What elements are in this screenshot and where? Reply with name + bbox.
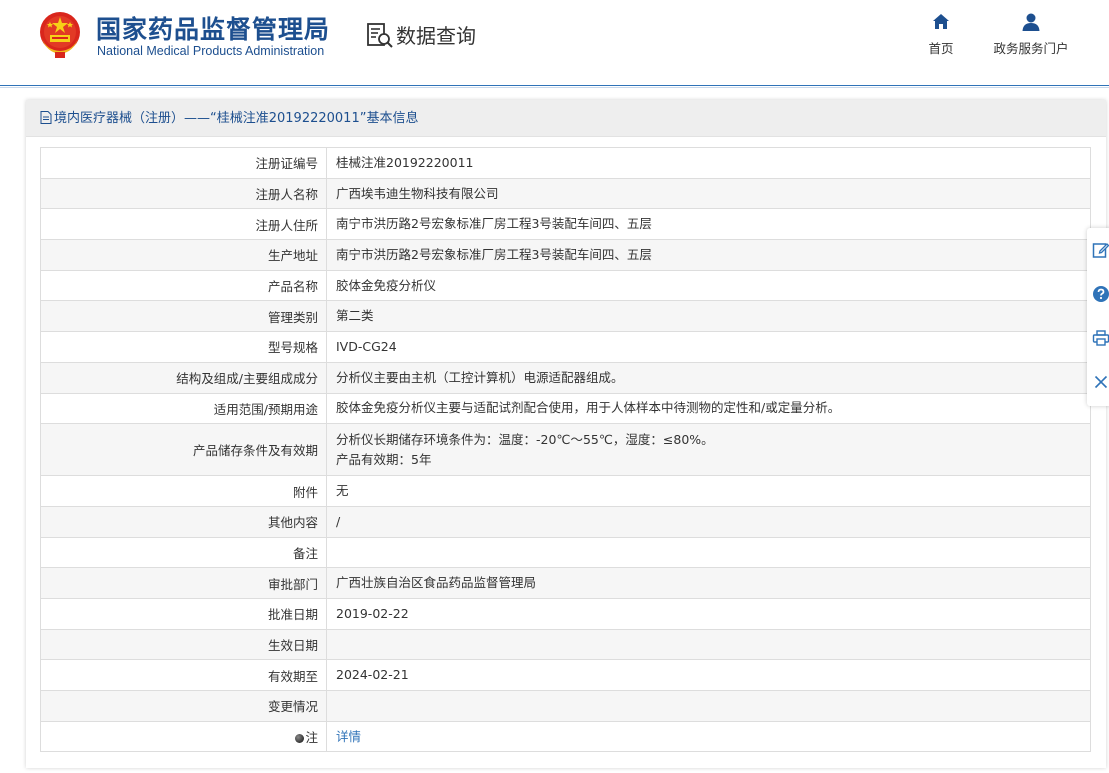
close-icon[interactable] <box>1092 373 1109 391</box>
table-row: 产品名称 胶体金免疫分析仪 <box>40 269 1091 302</box>
row-value: 广西埃韦迪生物科技有限公司 <box>326 177 1091 210</box>
table-row: 管理类别 第二类 <box>40 300 1091 333</box>
help-icon[interactable] <box>1092 285 1109 303</box>
user-icon <box>1022 13 1040 31</box>
national-emblem-logo <box>40 12 80 58</box>
row-label: 批准日期 <box>40 597 327 630</box>
floating-toolbar <box>1087 228 1109 406</box>
edit-icon[interactable] <box>1092 241 1109 259</box>
org-name-en: National Medical Products Administration <box>97 44 325 58</box>
row-label: 备注 <box>40 536 327 569</box>
table-row: 其他内容 / <box>40 505 1091 538</box>
row-value: 广西壮族自治区食品药品监督管理局 <box>326 567 1091 599</box>
row-value: 胶体金免疫分析仪主要与适配试剂配合使用，用于人体样本中待测物的定性和/或定量分析… <box>326 392 1091 425</box>
site-header: 国家药品监督管理局 National Medical Products Admi… <box>0 0 1109 88</box>
row-label: 附件 <box>40 475 327 507</box>
row-value: 2024-02-21 <box>326 659 1091 691</box>
row-label: 生效日期 <box>40 628 327 661</box>
table-row: 型号规格 IVD-CG24 <box>40 331 1091 363</box>
table-row: 审批部门 广西壮族自治区食品药品监督管理局 <box>40 567 1091 599</box>
table-row: 备注 <box>40 536 1091 569</box>
row-label: 有效期至 <box>40 659 327 691</box>
document-icon <box>40 111 52 124</box>
row-value: 无 <box>326 475 1091 507</box>
row-value: 第二类 <box>326 300 1091 333</box>
print-icon[interactable] <box>1092 329 1109 347</box>
table-row: 生效日期 <box>40 628 1091 661</box>
row-label: 结构及组成/主要组成成分 <box>40 361 327 394</box>
row-value: IVD-CG24 <box>326 331 1091 363</box>
row-value <box>326 536 1091 569</box>
nav-portal-label: 政务服务门户 <box>993 41 1069 56</box>
table-row: 注册人名称 广西埃韦迪生物科技有限公司 <box>40 177 1091 210</box>
row-label: 管理类别 <box>40 300 327 333</box>
row-label: 适用范围/预期用途 <box>40 392 327 425</box>
row-label: 生产地址 <box>40 239 327 271</box>
row-label: 产品储存条件及有效期 <box>40 423 327 477</box>
device-info-table: 注册证编号 桂械注准20192220011 注册人名称 广西埃韦迪生物科技有限公… <box>40 147 1091 753</box>
note-dot-icon <box>295 734 305 744</box>
table-row: 结构及组成/主要组成成分 分析仪主要由主机（工控计算机）电源适配器组成。 <box>40 361 1091 394</box>
row-value: 分析仪主要由主机（工控计算机）电源适配器组成。 <box>326 361 1091 394</box>
row-value <box>326 690 1091 722</box>
row-label: 注册人住所 <box>40 208 327 241</box>
row-value: 南宁市洪历路2号宏象标准厂房工程3号装配车间四、五层 <box>326 208 1091 241</box>
row-value <box>326 628 1091 661</box>
table-row: 产品储存条件及有效期 分析仪长期储存环境条件为：温度：-20℃～55℃，湿度：≤… <box>40 423 1091 477</box>
table-row: 适用范围/预期用途 胶体金免疫分析仪主要与适配试剂配合使用，用于人体样本中待测物… <box>40 392 1091 425</box>
table-row: 附件 无 <box>40 475 1091 507</box>
row-value: 分析仪长期储存环境条件为：温度：-20℃～55℃，湿度：≤80%。 产品有效期：… <box>326 423 1091 477</box>
nav-home-link[interactable]: 首页 <box>920 12 962 57</box>
section-title: 数据查询 <box>396 24 476 48</box>
row-label: 注册证编号 <box>40 147 327 179</box>
row-label: 产品名称 <box>40 269 327 302</box>
org-name-cn: 国家药品监督管理局 <box>96 15 331 44</box>
home-icon <box>933 14 949 29</box>
row-value: 详情 <box>326 720 1091 753</box>
row-value: 南宁市洪历路2号宏象标准厂房工程3号装配车间四、五层 <box>326 239 1091 271</box>
nav-home-label: 首页 <box>928 41 954 56</box>
table-row: 注册证编号 桂械注准20192220011 <box>40 147 1091 179</box>
row-label: 审批部门 <box>40 567 327 599</box>
table-row: 注 详情 <box>40 720 1091 753</box>
row-label: 型号规格 <box>40 331 327 363</box>
row-label: 变更情况 <box>40 690 327 722</box>
table-row: 变更情况 <box>40 690 1091 722</box>
row-value: 2019-02-22 <box>326 597 1091 630</box>
detail-panel: 境内医疗器械（注册）——“桂械注准20192220011”基本信息 注册证编号 … <box>26 100 1106 768</box>
table-row: 注册人住所 南宁市洪历路2号宏象标准厂房工程3号装配车间四、五层 <box>40 208 1091 241</box>
table-row: 批准日期 2019-02-22 <box>40 597 1091 630</box>
storage-condition-text: 分析仪长期储存环境条件为：温度：-20℃～55℃，湿度：≤80%。 <box>336 431 714 447</box>
table-row: 有效期至 2024-02-21 <box>40 659 1091 691</box>
row-label: 其他内容 <box>40 505 327 538</box>
row-label: 注 <box>305 730 318 746</box>
nav-portal-link[interactable]: 政务服务门户 <box>990 12 1072 57</box>
note-row-label: 注 <box>40 720 327 753</box>
row-value: 胶体金免疫分析仪 <box>326 269 1091 302</box>
table-row: 生产地址 南宁市洪历路2号宏象标准厂房工程3号装配车间四、五层 <box>40 239 1091 271</box>
panel-title: 境内医疗器械（注册）——“桂械注准20192220011”基本信息 <box>54 111 419 126</box>
row-value: 桂械注准20192220011 <box>326 147 1091 179</box>
row-value: / <box>326 505 1091 538</box>
shelf-life-text: 产品有效期：5年 <box>336 451 432 467</box>
detail-link[interactable]: 详情 <box>336 729 361 744</box>
data-query-icon <box>367 23 393 48</box>
panel-title-bar: 境内医疗器械（注册）——“桂械注准20192220011”基本信息 <box>26 100 1106 137</box>
row-label: 注册人名称 <box>40 177 327 210</box>
